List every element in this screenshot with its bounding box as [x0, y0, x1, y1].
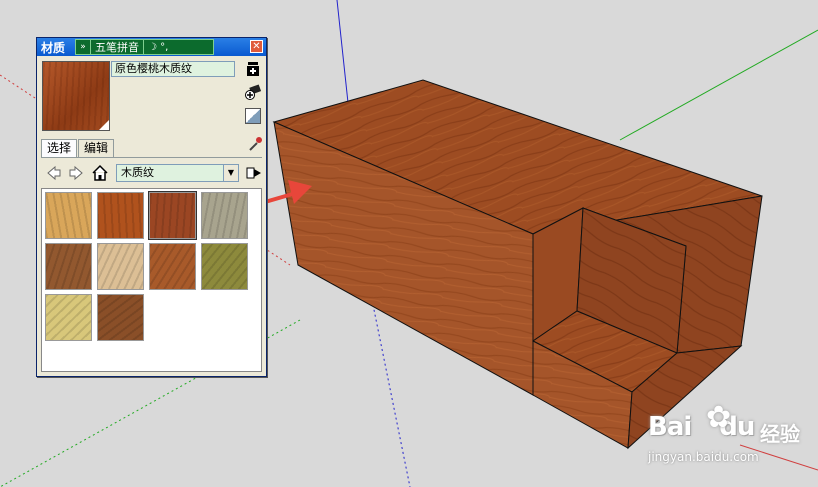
materials-tabs: 选择 编辑 [41, 139, 115, 157]
baidu-watermark: Bai du ✿ 经验 jingyan.baidu.com [648, 400, 808, 470]
tab-edit[interactable]: 编辑 [78, 139, 115, 157]
ime-expand-icon[interactable]: » [76, 42, 90, 52]
watermark-label: 经验 [760, 422, 800, 446]
tab-divider [41, 157, 262, 158]
back-arrow-icon[interactable] [45, 164, 63, 182]
material-swatch[interactable] [45, 192, 92, 239]
material-swatch[interactable] [45, 294, 92, 341]
display-secondary-pane-icon[interactable] [245, 108, 261, 124]
navigation-row: 木质纹 ▼ [43, 162, 263, 184]
preview-corner-icon [99, 120, 109, 130]
material-name-field[interactable]: 原色樱桃木质纹 [111, 61, 235, 77]
material-swatch-grid [41, 188, 262, 372]
paw-icon: ✿ [706, 400, 732, 435]
watermark-url: jingyan.baidu.com [648, 450, 759, 464]
ime-punctuation-icon[interactable]: ☽ °, [144, 42, 172, 53]
material-swatch[interactable] [97, 192, 144, 239]
window-title: 材质 [41, 41, 66, 55]
eyedropper-icon[interactable] [247, 136, 263, 152]
material-swatch[interactable] [97, 294, 144, 341]
blue-axis-dashed [371, 299, 411, 487]
watermark-logo: Bai du [648, 412, 755, 442]
create-material-icon[interactable] [245, 61, 261, 77]
collection-value: 木质纹 [121, 166, 154, 179]
forward-arrow-icon[interactable] [67, 164, 85, 182]
sample-paint-icon[interactable] [245, 84, 262, 100]
material-swatch[interactable] [149, 243, 196, 290]
close-button[interactable]: ✕ [250, 40, 263, 53]
collection-dropdown[interactable]: 木质纹 ▼ [116, 164, 239, 182]
material-swatch[interactable] [97, 243, 144, 290]
tab-select[interactable]: 选择 [41, 139, 78, 157]
green-axis-solid [619, 29, 818, 141]
chevron-down-icon[interactable]: ▼ [223, 165, 238, 181]
material-swatch[interactable] [201, 243, 248, 290]
home-icon[interactable] [91, 164, 109, 182]
ime-toolbar[interactable]: » 五笔拼音 ☽ °, [75, 39, 214, 55]
material-swatch[interactable] [45, 243, 92, 290]
ime-mode-label[interactable]: 五笔拼音 [90, 39, 144, 55]
materials-window: 材质 » 五笔拼音 ☽ °, ✕ 原色樱桃木质纹 选择 编辑 木质纹 ▼ [36, 37, 267, 377]
material-swatch[interactable] [201, 192, 248, 239]
materials-titlebar[interactable]: 材质 » 五笔拼音 ☽ °, ✕ [37, 38, 266, 56]
details-arrow-icon[interactable] [245, 164, 263, 182]
material-preview[interactable] [42, 61, 110, 131]
material-swatch[interactable] [148, 191, 197, 240]
